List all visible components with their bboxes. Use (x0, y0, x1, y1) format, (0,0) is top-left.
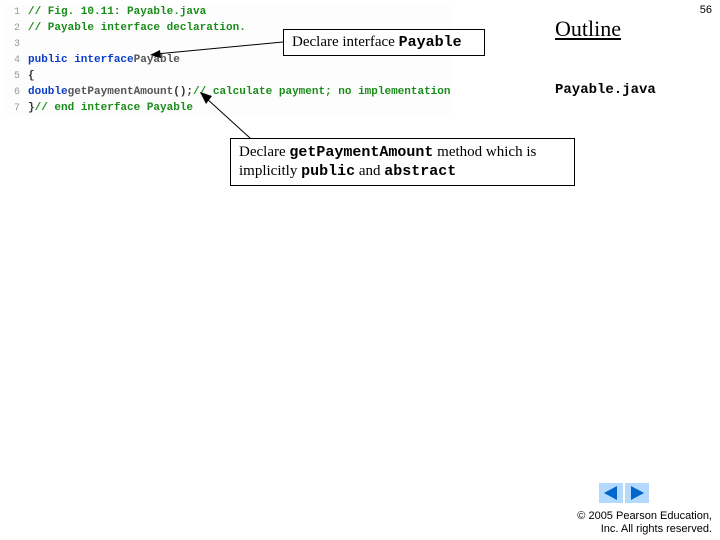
callout-mono: getPaymentAmount (289, 144, 433, 161)
copyright-line: Inc. All rights reserved. (577, 523, 712, 536)
outline-heading: Outline (555, 16, 621, 42)
callout-text: and (355, 163, 384, 179)
slide-nav (598, 483, 650, 508)
callout-text: Declare interface (292, 34, 399, 50)
callout-declare-method: Declare getPaymentAmount method which is… (230, 138, 575, 186)
next-slide-icon[interactable] (625, 483, 649, 503)
callout-mono: abstract (384, 163, 456, 180)
callout-declare-interface: Declare interface Payable (283, 29, 485, 56)
copyright: © 2005 Pearson Education, Inc. All right… (577, 510, 712, 536)
callout-mono: Payable (399, 34, 462, 51)
callout-mono: public (301, 163, 355, 180)
callout-text: Declare (239, 144, 289, 160)
page-number: 56 (700, 4, 712, 16)
copyright-line: © 2005 Pearson Education, (577, 510, 712, 523)
filename-label: Payable.java (555, 82, 656, 98)
code-listing: 1// Fig. 10.11: Payable.java2// Payable … (4, 4, 451, 116)
prev-slide-icon[interactable] (599, 483, 623, 503)
